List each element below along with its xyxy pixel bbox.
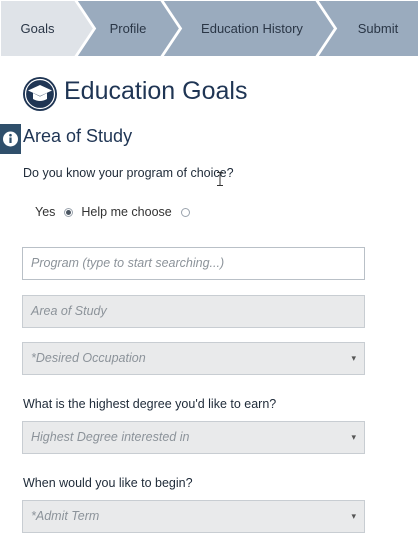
begin-question-label: When would you like to begin? [23,476,193,490]
chevron-down-icon: ▾ [351,432,356,442]
program-choice-radio-group: Yes Help me choose [35,205,198,219]
progress-stepper: Goals Profile Education History Submit [0,0,419,57]
degree-question-label: What is the highest degree you'd like to… [23,397,277,411]
highest-degree-placeholder: Highest Degree interested in [31,430,190,444]
desired-occupation-placeholder: *Desired Occupation [31,351,146,365]
chevron-down-icon: ▾ [351,353,356,363]
admit-term-select[interactable]: *Admit Term ▾ [22,500,365,533]
radio-yes[interactable] [64,207,74,217]
step-education-history-label[interactable]: Education History [180,0,324,57]
highest-degree-select[interactable]: Highest Degree interested in ▾ [22,421,365,454]
info-icon [3,131,18,147]
area-of-study-field: Area of Study [22,295,365,328]
desired-occupation-select[interactable]: *Desired Occupation ▾ [22,342,365,375]
section-title: Area of Study [23,126,133,146]
program-search-field[interactable] [22,247,365,280]
radio-help-me-choose[interactable] [180,207,190,217]
radio-help-me-choose-label[interactable]: Help me choose [81,205,171,219]
step-goals-label[interactable]: Goals [0,0,75,57]
admit-term-placeholder: *Admit Term [31,509,100,523]
program-question-label: Do you know your program of choice? [23,166,234,180]
step-profile-label[interactable]: Profile [92,0,164,57]
step-submit-label[interactable]: Submit [340,0,416,57]
page-title: Education Goals [64,77,248,105]
program-search-input[interactable] [31,248,331,279]
text-cursor-icon [217,172,223,186]
area-of-study-placeholder: Area of Study [31,304,107,318]
graduation-cap-icon [23,77,57,111]
chevron-down-icon: ▾ [351,511,356,521]
info-tab[interactable] [0,124,21,154]
radio-yes-label[interactable]: Yes [35,205,55,219]
